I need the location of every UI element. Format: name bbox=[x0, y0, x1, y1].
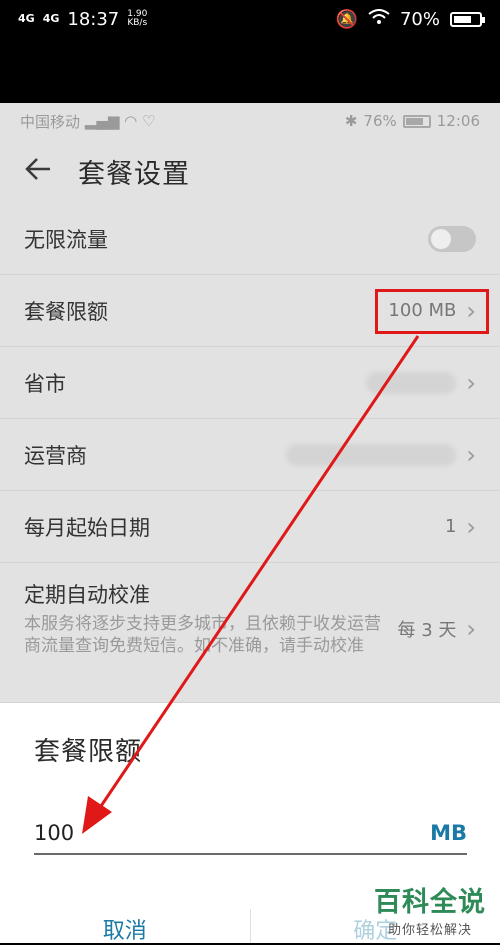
battery-icon bbox=[450, 12, 482, 27]
province-value-blurred bbox=[366, 372, 456, 394]
cancel-button[interactable]: 取消 bbox=[0, 903, 250, 943]
outer-status-bar: 4G 4G 18:37 1.90 KB/s 🔕 70% bbox=[0, 0, 500, 38]
battery-percent: 70% bbox=[400, 9, 440, 30]
watermark-subtitle: 助你轻松解决 bbox=[374, 919, 486, 938]
row-carrier[interactable]: 运营商 › bbox=[0, 419, 500, 491]
row-start-date[interactable]: 每月起始日期 1 › bbox=[0, 491, 500, 563]
settings-screen: 中国移动 ▂▄▆ ◠ ♡ ✱ 76% 12:06 套餐设置 无限流量 套餐限额 … bbox=[0, 103, 500, 703]
black-band bbox=[0, 38, 500, 103]
dialog-title: 套餐限额 bbox=[34, 731, 142, 768]
signal-4g-2: 4G bbox=[43, 14, 60, 24]
row-unlimited-data[interactable]: 无限流量 bbox=[0, 203, 500, 275]
unlimited-label: 无限流量 bbox=[24, 224, 108, 254]
wifi-icon bbox=[368, 9, 390, 30]
inner-battery-percent: 76% bbox=[363, 112, 396, 130]
signal-icon: ▂▄▆ bbox=[80, 112, 124, 130]
province-label: 省市 bbox=[24, 368, 66, 398]
back-arrow-icon[interactable] bbox=[24, 154, 64, 189]
signal-4g-1: 4G bbox=[18, 14, 35, 24]
mute-icon: 🔕 bbox=[336, 9, 358, 30]
carrier-label: 运营商 bbox=[24, 440, 87, 470]
unit-label: MB bbox=[430, 821, 467, 845]
annotation-highlight-box bbox=[375, 289, 489, 334]
title-bar: 套餐设置 bbox=[0, 139, 500, 203]
start-date-label: 每月起始日期 bbox=[24, 512, 150, 542]
wifi-small-icon: ◠ bbox=[124, 112, 137, 130]
auto-calibrate-label: 定期自动校准 bbox=[24, 579, 150, 609]
unlimited-toggle[interactable] bbox=[428, 226, 476, 252]
plan-limit-label: 套餐限额 bbox=[24, 296, 108, 326]
auto-calibrate-value: 每 3 天 bbox=[397, 616, 456, 642]
limit-input-field: MB bbox=[34, 813, 467, 855]
net-speed: 1.90 KB/s bbox=[127, 10, 147, 28]
start-date-value: 1 bbox=[445, 516, 456, 537]
net-speed-unit: KB/s bbox=[127, 18, 147, 28]
heart-icon: ♡ bbox=[137, 112, 155, 130]
inner-status-bar: 中国移动 ▂▄▆ ◠ ♡ ✱ 76% 12:06 bbox=[0, 103, 500, 139]
clock: 18:37 bbox=[67, 9, 119, 30]
carrier-name: 中国移动 bbox=[20, 111, 80, 132]
bluetooth-icon: ✱ bbox=[345, 112, 358, 130]
inner-clock: 12:06 bbox=[437, 112, 480, 130]
page-title: 套餐设置 bbox=[78, 152, 190, 191]
inner-battery-icon bbox=[403, 115, 431, 128]
watermark-title: 百科全说 bbox=[374, 880, 486, 919]
carrier-value-blurred bbox=[286, 444, 456, 466]
limit-input[interactable] bbox=[34, 821, 334, 845]
row-auto-calibrate[interactable]: 定期自动校准 本服务将逐步支持更多城市，且依赖于收发运营商流量查询免费短信。如不… bbox=[0, 563, 500, 703]
chevron-right-icon: › bbox=[466, 441, 476, 469]
chevron-right-icon: › bbox=[466, 615, 476, 643]
row-province[interactable]: 省市 › bbox=[0, 347, 500, 419]
watermark-logo: 百科全说 助你轻松解决 bbox=[374, 880, 486, 938]
chevron-right-icon: › bbox=[466, 513, 476, 541]
chevron-right-icon: › bbox=[466, 369, 476, 397]
auto-calibrate-desc: 本服务将逐步支持更多城市，且依赖于收发运营商流量查询免费短信。如不准确，请手动校… bbox=[24, 613, 384, 657]
